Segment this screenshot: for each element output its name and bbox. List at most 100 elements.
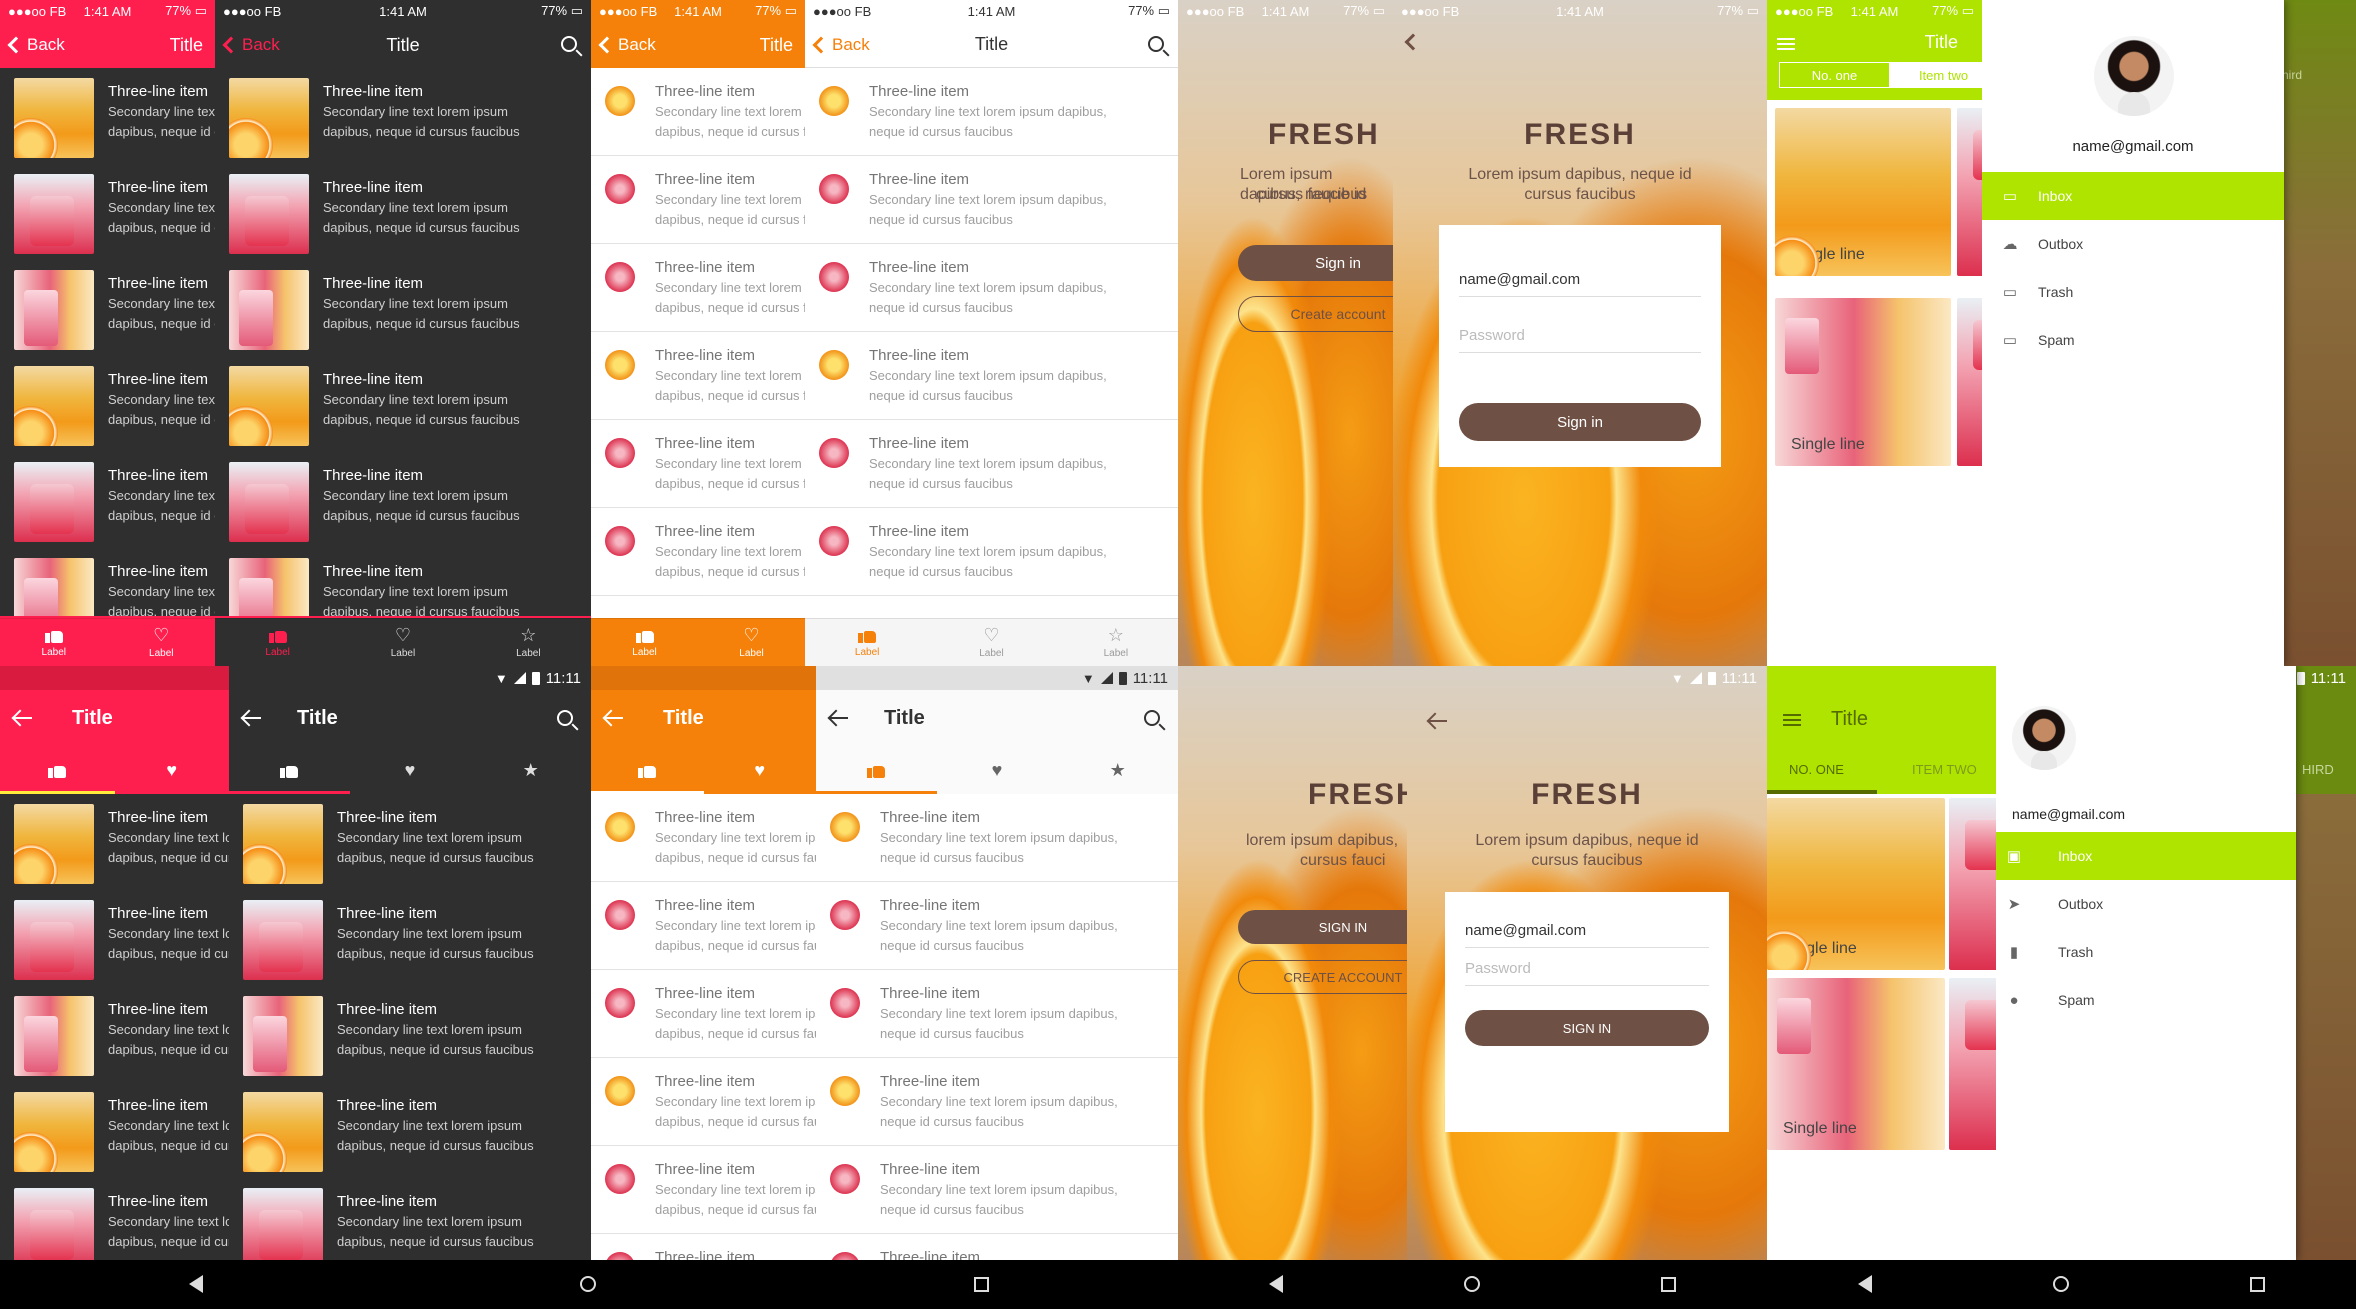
list-item[interactable]: Three-line itemSecondary line text lorem…: [0, 260, 215, 356]
tab-item[interactable]: ♥: [704, 746, 817, 794]
list-item[interactable]: Three-line itemSecondary line text lorem…: [816, 1146, 1178, 1234]
arrow-back-icon[interactable]: [243, 717, 261, 719]
list-item[interactable]: Three-line itemSecondary line text lorem…: [215, 356, 591, 452]
nav-back-icon[interactable]: [1268, 1275, 1283, 1293]
grid-tile[interactable]: Single line: [1775, 108, 1951, 276]
nav-back-icon[interactable]: [188, 1275, 203, 1293]
tab-item[interactable]: ★: [470, 746, 591, 794]
list-item[interactable]: Three-line itemSecondary line text lorem…: [805, 420, 1178, 508]
back-button[interactable]: Back: [0, 35, 65, 55]
list-item[interactable]: Three-line itemSecondary line text lorem…: [0, 890, 229, 986]
arrow-back-icon[interactable]: [14, 717, 32, 719]
list-item[interactable]: Three-line itemSecondary line text lorem…: [215, 452, 591, 548]
tab-item[interactable]: ♡ Label: [340, 619, 465, 666]
create-account-button[interactable]: Create account: [1238, 296, 1393, 332]
tab-item[interactable]: ♡ Label: [698, 619, 805, 666]
email-field[interactable]: name@gmail.com: [1459, 271, 1701, 297]
drawer-item-inbox[interactable]: ▭ Inbox: [1982, 172, 2284, 220]
drawer-item-trash[interactable]: ▭ Trash: [1982, 268, 2284, 316]
search-icon[interactable]: [561, 36, 577, 52]
drawer-item-spam[interactable]: ● Spam: [1996, 976, 2296, 1024]
list-item[interactable]: Three-line itemSecondary line text lorem…: [0, 1178, 229, 1260]
list-item[interactable]: Three-line itemSecondary line text lorem…: [816, 794, 1178, 882]
list-item[interactable]: Three-line itemSecondary line text lorem…: [0, 164, 215, 260]
list-item[interactable]: Three-line itemSecondary line text lorem…: [816, 1058, 1178, 1146]
grid-tile[interactable]: Single line: [1775, 298, 1951, 466]
list-item[interactable]: Three-line itemSecondary line text lorem…: [591, 970, 816, 1058]
tab-item-two[interactable]: ITEM TWO: [1912, 762, 1977, 777]
drawer-item-inbox[interactable]: ▣ Inbox: [1996, 832, 2296, 880]
list-item[interactable]: Three-line itemSecondary line text lorem…: [0, 986, 229, 1082]
list-item[interactable]: Three-line itemSecondary line text lorem…: [591, 1146, 816, 1234]
grid-tile[interactable]: [1949, 978, 1996, 1150]
tab-item[interactable]: ♡ Label: [929, 619, 1053, 666]
tab-item[interactable]: ♥: [350, 746, 471, 794]
nav-home-icon[interactable]: [580, 1276, 597, 1292]
list-item[interactable]: Three-line itemSecondary line text lorem…: [591, 332, 805, 420]
list-item[interactable]: Three-line itemSecondary line text lorem…: [805, 508, 1178, 596]
list-item[interactable]: Three-line itemSecondary line text lorem…: [591, 1058, 816, 1146]
list-item[interactable]: Three-line itemSecondary line text lorem…: [591, 882, 816, 970]
list-item[interactable]: Three-line itemSecondary line text lorem…: [805, 332, 1178, 420]
drawer-item-outbox[interactable]: ☁ Outbox: [1982, 220, 2284, 268]
nav-back-icon[interactable]: [1857, 1275, 1872, 1293]
create-account-button[interactable]: CREATE ACCOUNT: [1238, 960, 1407, 994]
list-item[interactable]: Three-line itemSecondary line text lorem…: [805, 244, 1178, 332]
sign-in-button[interactable]: Sign in: [1238, 245, 1393, 281]
list-item[interactable]: Three-line itemSecondary line text lorem…: [229, 794, 591, 890]
segment-two[interactable]: Item two: [1889, 63, 1982, 87]
tab-no-one[interactable]: NO. ONE: [1789, 762, 1844, 777]
list-item[interactable]: Three-line itemSecondary line text lorem…: [215, 260, 591, 356]
nav-recents-icon[interactable]: [1661, 1276, 1677, 1292]
back-button[interactable]: Back: [591, 35, 656, 55]
nav-recents-icon[interactable]: [2250, 1276, 2266, 1292]
list-item[interactable]: Three-line itemSecondary line text lorem…: [0, 68, 215, 164]
list-item[interactable]: Three-line itemSecondary line text lorem…: [0, 356, 215, 452]
segment-one[interactable]: No. one: [1780, 63, 1889, 87]
tab-item[interactable]: ★: [1057, 746, 1178, 794]
tab-item[interactable]: Label: [0, 619, 108, 666]
drawer-item-spam[interactable]: ▭ Spam: [1982, 316, 2284, 364]
search-icon[interactable]: [1148, 36, 1164, 52]
tab-item[interactable]: ♥: [115, 746, 230, 794]
sign-in-button[interactable]: SIGN IN: [1238, 910, 1407, 944]
nav-home-icon[interactable]: [1463, 1276, 1480, 1292]
tab-item[interactable]: Label: [591, 619, 698, 666]
list-item[interactable]: Three-line itemSecondary line text lorem…: [816, 1234, 1178, 1260]
list-item[interactable]: Three-line itemSecondary line text lorem…: [591, 1234, 816, 1260]
arrow-back-icon[interactable]: [830, 717, 848, 719]
drawer-item-trash[interactable]: ▮ Trash: [1996, 928, 2296, 976]
password-field[interactable]: Password: [1465, 960, 1709, 986]
list-item[interactable]: Three-line itemSecondary line text lorem…: [591, 420, 805, 508]
back-button[interactable]: Back: [215, 35, 280, 55]
tab-item[interactable]: [591, 746, 704, 794]
grid-tile[interactable]: Single line: [1767, 978, 1945, 1150]
list-item[interactable]: Three-line itemSecondary line text lorem…: [591, 68, 805, 156]
grid-tile[interactable]: [1957, 108, 1982, 276]
drawer-item-outbox[interactable]: ➤ Outbox: [1996, 880, 2296, 928]
list-item[interactable]: Three-line itemSecondary line text lorem…: [215, 68, 591, 164]
nav-recents-icon[interactable]: [974, 1276, 990, 1292]
back-button[interactable]: Back: [805, 35, 870, 55]
list-item[interactable]: Three-line itemSecondary line text lorem…: [229, 986, 591, 1082]
tab-item[interactable]: ☆ Label: [466, 619, 591, 666]
arrow-back-icon[interactable]: [1429, 720, 1447, 722]
tab-item[interactable]: Label: [805, 619, 929, 666]
sign-in-button[interactable]: Sign in: [1459, 403, 1701, 441]
tab-item[interactable]: [816, 746, 937, 794]
tab-item[interactable]: [0, 746, 115, 794]
list-item[interactable]: Three-line itemSecondary line text lorem…: [229, 890, 591, 986]
list-item[interactable]: Three-line itemSecondary line text lorem…: [591, 794, 816, 882]
list-item[interactable]: Three-line itemSecondary line text lorem…: [215, 164, 591, 260]
list-item[interactable]: Three-line itemSecondary line text lorem…: [591, 244, 805, 332]
password-field[interactable]: Password: [1459, 327, 1701, 353]
grid-tile[interactable]: Single line: [1767, 798, 1945, 970]
list-item[interactable]: Three-line itemSecondary line text lorem…: [816, 970, 1178, 1058]
list-item[interactable]: Three-line itemSecondary line text lorem…: [816, 882, 1178, 970]
list-item[interactable]: Three-line itemSecondary line text lorem…: [0, 452, 215, 548]
tab-item[interactable]: ♥: [937, 746, 1058, 794]
email-field[interactable]: name@gmail.com: [1465, 922, 1709, 948]
tab-item[interactable]: [229, 746, 350, 794]
list-item[interactable]: Three-line itemSecondary line text lorem…: [805, 68, 1178, 156]
list-item[interactable]: Three-line itemSecondary line text lorem…: [0, 1082, 229, 1178]
